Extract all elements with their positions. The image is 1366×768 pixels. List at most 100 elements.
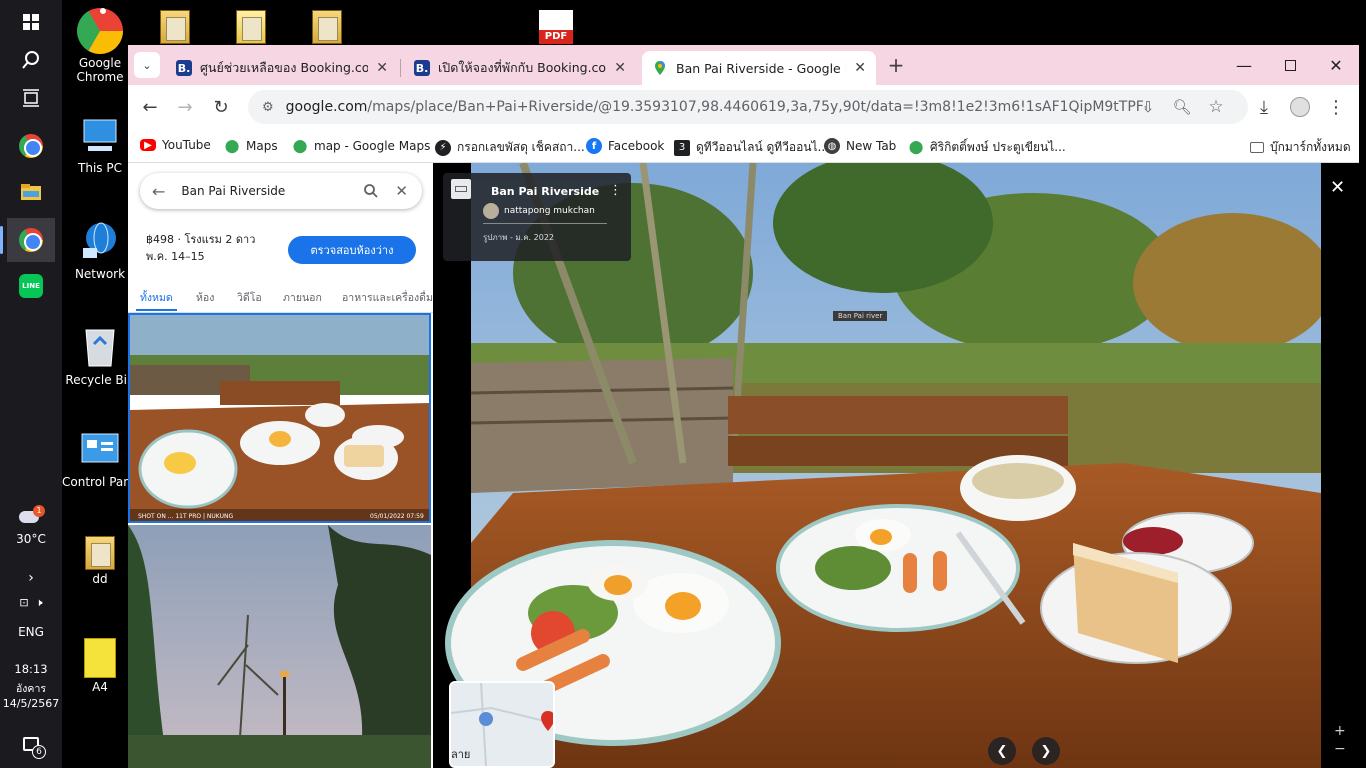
zoom-out-icon[interactable]: −	[1334, 741, 1346, 757]
plus-icon: +	[887, 53, 905, 77]
desktop-icon-this-pc[interactable]: This PC	[62, 116, 138, 175]
photo-date: รูปภาพ - ม.ค. 2022	[483, 233, 554, 242]
profile-button[interactable]	[1286, 93, 1314, 121]
search-icon[interactable]	[363, 183, 379, 199]
notification-center-button[interactable]: 6	[7, 724, 55, 764]
taskbar-line[interactable]: LINE	[7, 264, 55, 308]
desktop-icon-control-panel[interactable]: Control Panel	[62, 430, 138, 489]
taskbar-chrome-2[interactable]	[0, 218, 55, 262]
desktop-icon-top-3[interactable]	[289, 10, 365, 44]
download-icon: ⤓	[1260, 96, 1268, 118]
all-bookmarks[interactable]: บุ๊กมาร์กทั้งหมด	[1250, 138, 1351, 157]
mini-map-label: ลาย	[451, 748, 471, 761]
input-language[interactable]: ENG	[0, 625, 62, 639]
desktop-icon-dd[interactable]: dd	[62, 536, 138, 586]
keyboard-shortcuts-button[interactable]	[451, 179, 471, 199]
tab-google-maps[interactable]: Ban Pai Riverside - Google Map ✕	[642, 51, 876, 85]
tray-icons[interactable]: ⊡ 🕨	[0, 596, 62, 610]
taskbar-file-explorer[interactable]	[7, 170, 55, 214]
back-arrow-icon[interactable]: ←	[152, 182, 165, 201]
desktop-icon-top-2[interactable]	[213, 10, 289, 44]
clock-time[interactable]: 18:13	[0, 662, 62, 676]
show-hidden-icons-chevron[interactable]: ›	[0, 570, 62, 586]
thumbnail-caption-left: SHOT ON ... 11T PRO | NUKUNG	[138, 513, 233, 520]
install-app-icon[interactable]: ⇩	[1136, 95, 1160, 119]
new-tab-button[interactable]: +	[882, 51, 910, 79]
bookmark-map-google-maps[interactable]: ⬤ map - Google Maps	[292, 138, 431, 154]
photo-place-name[interactable]: Ban Pai Riverside	[491, 185, 599, 198]
breakfast-thumbnail-image: SHOT ON ... 11T PRO | NUKUNG 05/01/2022 …	[130, 315, 429, 521]
search-icon	[22, 51, 39, 69]
hotel-dates[interactable]: พ.ค. 14–15	[146, 248, 255, 265]
next-photo-button[interactable]: ❯	[1032, 737, 1060, 765]
tab-booking-partner[interactable]: B. เปิดให้จองที่พักกับ Booking.com ✕	[404, 51, 636, 85]
taskbar: LINE 1 30°C › ⊡ 🕨 ENG 18:13 อังคาร 14/5/…	[0, 0, 62, 768]
task-view-button[interactable]	[7, 76, 55, 120]
minimize-button[interactable]: —	[1221, 45, 1267, 85]
bookmark-facebook[interactable]: f Facebook	[586, 138, 664, 154]
chevron-right-icon: ❯	[1040, 743, 1052, 759]
weather-widget[interactable]: 1	[7, 500, 55, 534]
maximize-button[interactable]	[1267, 45, 1313, 85]
desktop-icon-recycle-bin[interactable]: Recycle Bin	[62, 322, 138, 387]
zoom-in-icon[interactable]: +	[1334, 723, 1346, 739]
url-text[interactable]: google.com/maps/place/Ban+Pai+Riverside/…	[286, 99, 1146, 115]
site-settings-icon[interactable]: ⚙	[262, 100, 274, 115]
exterior-thumbnail-image	[128, 525, 431, 768]
desktop-icon-top-1[interactable]	[137, 10, 213, 44]
bookmark-sirikit[interactable]: ⬤ ศิริกิตติ์พงษ์ ประตูเขียนไ...	[908, 138, 1066, 157]
close-tab-icon[interactable]: ✕	[854, 60, 866, 76]
taskbar-chrome-1[interactable]	[7, 124, 55, 168]
bookmark-youtube[interactable]: ▶ YouTube	[140, 138, 211, 152]
network-tray-icon[interactable]: ⊡	[19, 596, 28, 609]
desktop-icon-chrome[interactable]: Google Chrome	[62, 8, 138, 84]
tab-strip: ⌄ B. ศูนย์ช่วยเหลือของ Booking.com ✕ B. …	[128, 45, 1359, 85]
bookmark-star-icon[interactable]: ☆	[1204, 95, 1228, 119]
close-tab-icon[interactable]: ✕	[376, 60, 388, 76]
tab-food-drink[interactable]: อาหารและเครื่องดื่ม	[342, 289, 433, 306]
more-options-icon[interactable]: ⋮	[609, 183, 622, 198]
tab-booking-help[interactable]: B. ศูนย์ช่วยเหลือของ Booking.com ✕	[166, 51, 398, 85]
mini-map[interactable]: ลาย	[449, 681, 555, 768]
photo-author[interactable]: nattapong mukchan	[483, 203, 595, 219]
folder-icon	[312, 10, 342, 44]
maps-pin-icon: ⬤	[224, 138, 240, 154]
tab-search-button[interactable]: ⌄	[134, 52, 160, 78]
photo-viewer[interactable]: Ban Pai river Ban Pai Riverside ⋮ nattap…	[433, 163, 1359, 768]
desktop-icon-a4[interactable]: A4	[62, 638, 138, 694]
bookmark-maps[interactable]: ⬤ Maps	[224, 138, 278, 154]
maps-search-box[interactable]: ← Ban Pai Riverside ✕	[140, 173, 422, 209]
downloads-button[interactable]: ⤓	[1250, 93, 1278, 121]
check-availability-button[interactable]: ตรวจสอบห้องว่าง	[288, 236, 416, 264]
close-viewer-icon[interactable]: ✕	[1330, 177, 1345, 198]
previous-photo-button[interactable]: ❮	[988, 737, 1016, 765]
bookmark-tv-online[interactable]: 3 ดูทีวีออนไลน์ ดูทีวีออนไ...	[674, 138, 829, 157]
desktop-icon-network[interactable]: Network	[62, 220, 138, 281]
photo-thumbnail-2[interactable]	[128, 525, 431, 768]
close-window-button[interactable]: ✕	[1313, 45, 1359, 85]
close-tab-icon[interactable]: ✕	[614, 60, 626, 76]
notification-icon: 6	[23, 737, 46, 759]
youtube-icon: ▶	[140, 139, 156, 151]
task-view-icon	[23, 89, 39, 107]
tab-exterior[interactable]: ภายนอก	[283, 289, 322, 306]
zoom-icon[interactable]: 🔍︎	[1170, 95, 1194, 119]
reload-button[interactable]: ↻	[207, 93, 235, 121]
menu-button[interactable]: ⋮	[1322, 93, 1350, 121]
photo-thumbnail-1[interactable]: SHOT ON ... 11T PRO | NUKUNG 05/01/2022 …	[128, 313, 431, 523]
forward-button[interactable]: →	[171, 93, 199, 121]
tab-rooms[interactable]: ห้อง	[196, 289, 214, 306]
maps-pin-icon: ⬤	[908, 140, 924, 155]
bookmark-new-tab[interactable]: ◍ New Tab	[824, 138, 896, 154]
volume-muted-icon[interactable]: 🕨	[36, 596, 43, 609]
photo-info-card: Ban Pai Riverside ⋮ nattapong mukchan รู…	[443, 173, 631, 261]
tab-all[interactable]: ทั้งหมด	[136, 289, 177, 311]
search-input[interactable]: Ban Pai Riverside	[181, 184, 363, 198]
facebook-icon: f	[586, 138, 602, 154]
desktop-icon-pdf[interactable]: PDF	[518, 10, 594, 44]
bookmark-parcel-tracking[interactable]: ⚡ กรอกเลขพัสดุ เช็คสถา...	[435, 138, 585, 157]
clear-search-icon[interactable]: ✕	[395, 182, 408, 200]
address-bar[interactable]: ⚙ google.com/maps/place/Ban+Pai+Riversid…	[248, 90, 1248, 124]
tab-videos[interactable]: วิดีโอ	[237, 289, 262, 306]
back-button[interactable]: ←	[136, 93, 164, 121]
